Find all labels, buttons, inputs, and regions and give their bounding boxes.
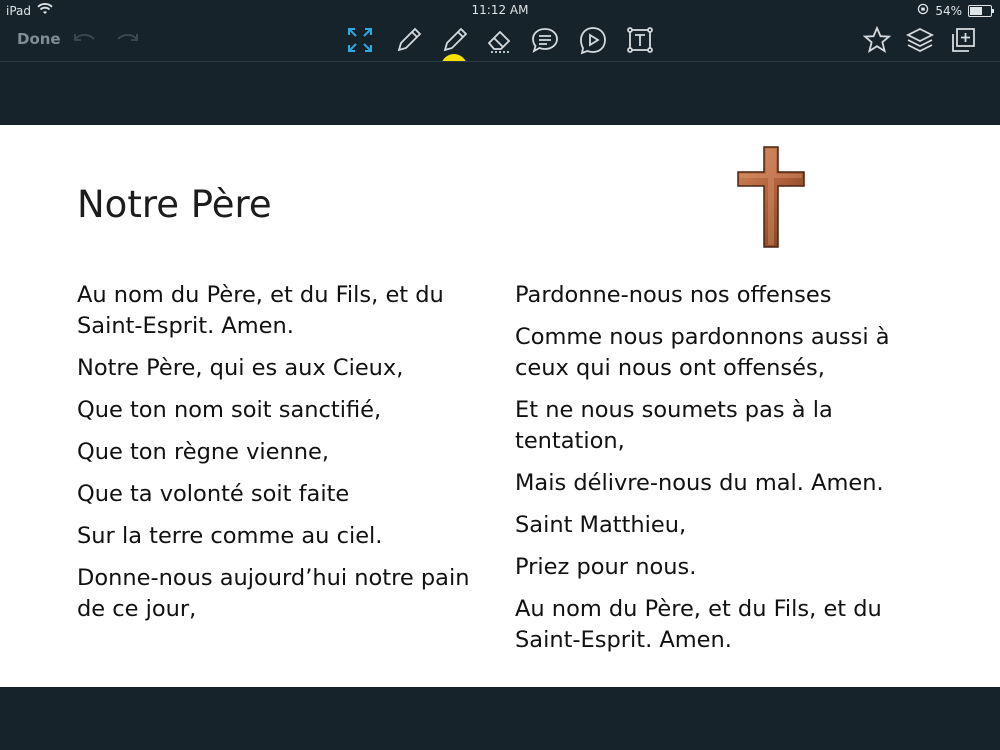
cross-image bbox=[735, 145, 807, 249]
prayer-line: Saint Matthieu, bbox=[515, 512, 687, 538]
prayer-line: Et ne nous soumets pas à la tentation, bbox=[515, 397, 833, 454]
fullscreen-icon[interactable] bbox=[344, 24, 376, 56]
canvas-background bbox=[0, 62, 1000, 125]
prayer-line: Comme nous pardonnons aussi à ceux qui n… bbox=[515, 324, 890, 381]
prayer-line: Que ton nom soit sanctifié, bbox=[77, 397, 382, 423]
battery-percent: 54% bbox=[935, 3, 962, 18]
done-button[interactable]: Done bbox=[17, 30, 61, 48]
prayer-line: Notre Père, qui es aux Cieux, bbox=[77, 355, 404, 381]
comment-icon[interactable] bbox=[529, 24, 561, 56]
redo-icon[interactable] bbox=[114, 28, 142, 50]
battery-icon bbox=[968, 4, 994, 17]
status-bar: iPad 11:12 AM 54% bbox=[0, 0, 1000, 20]
slide-page[interactable]: Notre Père Au nom du Père, et du Fils, e… bbox=[0, 125, 1000, 687]
prayer-line: Pardonne-nous nos offenses bbox=[515, 282, 832, 308]
orientation-lock-icon bbox=[917, 3, 929, 18]
annotation-toolbar: Done bbox=[0, 20, 1000, 68]
prayer-line: Que ton règne vienne, bbox=[77, 439, 330, 465]
play-icon[interactable] bbox=[577, 24, 609, 56]
undo-icon[interactable] bbox=[70, 28, 98, 50]
eraser-icon[interactable] bbox=[483, 24, 515, 56]
slide-title: Notre Père bbox=[77, 183, 272, 226]
prayer-column-left: Au nom du Père, et du Fils, et du Saint-… bbox=[77, 280, 497, 636]
prayer-line: Au nom du Père, et du Fils, et du Saint-… bbox=[77, 282, 444, 339]
prayer-line: Que ta volonté soit faite bbox=[77, 481, 350, 507]
prayer-column-right: Pardonne-nous nos offenses Comme nous pa… bbox=[515, 280, 935, 667]
prayer-line: Donne-nous aujourd’hui notre pain de ce … bbox=[77, 565, 470, 622]
prayer-line: Sur la terre comme au ciel. bbox=[77, 523, 383, 549]
clock: 11:12 AM bbox=[471, 3, 529, 17]
battery-fill bbox=[970, 6, 982, 15]
pen-icon[interactable] bbox=[392, 24, 424, 56]
prayer-line: Priez pour nous. bbox=[515, 554, 697, 580]
highlighter-icon[interactable] bbox=[438, 24, 470, 56]
prayer-line: Au nom du Père, et du Fils, et du Saint-… bbox=[515, 596, 882, 653]
text-box-icon[interactable] bbox=[624, 24, 656, 56]
layers-icon[interactable] bbox=[904, 24, 936, 56]
star-icon[interactable] bbox=[861, 24, 893, 56]
add-page-icon[interactable] bbox=[947, 24, 979, 56]
prayer-line: Mais délivre-nous du mal. Amen. bbox=[515, 470, 884, 496]
